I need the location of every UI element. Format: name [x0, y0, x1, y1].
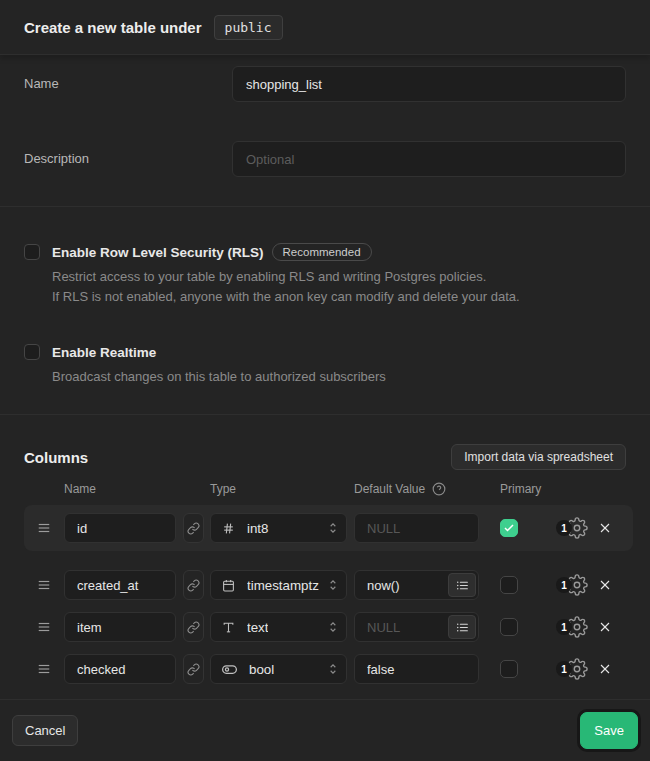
save-button[interactable]: Save: [580, 712, 638, 749]
hash-icon: [222, 522, 235, 535]
realtime-toggle-row: Enable Realtime Broadcast changes on thi…: [24, 343, 626, 387]
panel-header: Create a new table under public: [0, 0, 650, 55]
list-icon: [456, 621, 469, 634]
name-label: Name: [24, 66, 232, 102]
column-type-select[interactable]: text: [210, 612, 347, 642]
text-icon: [222, 621, 235, 634]
options-section: Enable Row Level Security (RLS) Recommen…: [0, 207, 650, 415]
link-icon: [187, 621, 200, 634]
columns-section: Columns Import data via spreadsheet Name…: [0, 415, 650, 700]
foreign-key-button[interactable]: [183, 612, 204, 642]
drag-handle-icon[interactable]: [37, 662, 51, 676]
columns-rows: int8 1 timestamptz 1: [24, 505, 626, 684]
chevrons-updown-icon: [326, 620, 340, 634]
remove-column-button[interactable]: [597, 661, 613, 677]
realtime-checkbox[interactable]: [24, 344, 40, 360]
rls-label: Enable Row Level Security (RLS): [52, 245, 264, 260]
schema-chip: public: [214, 15, 283, 40]
settings-count-badge: 1: [556, 661, 572, 677]
foreign-key-button[interactable]: [183, 570, 204, 600]
cancel-button[interactable]: Cancel: [12, 715, 78, 746]
primary-checkbox[interactable]: [500, 519, 518, 537]
table-name-input[interactable]: [232, 66, 626, 102]
link-icon: [187, 522, 200, 535]
column-name-input[interactable]: [64, 513, 176, 543]
calendar-icon: [222, 579, 235, 592]
realtime-label: Enable Realtime: [52, 345, 156, 360]
column-name-input[interactable]: [64, 654, 176, 684]
primary-checkbox[interactable]: [500, 576, 518, 594]
header-name: Name: [64, 482, 176, 496]
default-value-menu-button[interactable]: [448, 615, 476, 639]
settings-count-badge: 1: [556, 577, 572, 593]
column-row: bool 1: [24, 654, 633, 684]
column-name-input[interactable]: [64, 612, 176, 642]
drag-handle-icon[interactable]: [37, 521, 51, 535]
toggle-icon: [222, 662, 237, 677]
table-description-input[interactable]: [232, 141, 626, 177]
name-field-row: Name: [24, 66, 626, 102]
rls-toggle-row: Enable Row Level Security (RLS) Recommen…: [24, 243, 626, 307]
realtime-toggle-content: Enable Realtime Broadcast changes on thi…: [52, 343, 386, 387]
column-default-input[interactable]: [354, 513, 479, 543]
chevrons-updown-icon: [326, 662, 340, 676]
column-row: text 1: [24, 612, 633, 642]
primary-checkbox[interactable]: [500, 660, 518, 678]
primary-checkbox[interactable]: [500, 618, 518, 636]
realtime-description: Broadcast changes on this table to autho…: [52, 367, 386, 387]
column-type-select[interactable]: timestamptz: [210, 570, 347, 600]
column-default-input[interactable]: [354, 654, 479, 684]
column-name-input[interactable]: [64, 570, 176, 600]
column-row: int8 1: [24, 505, 633, 551]
columns-table-header: Name Type Default Value Primary: [24, 482, 626, 496]
drag-handle-icon[interactable]: [37, 620, 51, 634]
remove-column-button[interactable]: [597, 577, 613, 593]
settings-count-badge: 1: [556, 619, 572, 635]
list-icon: [456, 579, 469, 592]
column-settings-button[interactable]: 1: [556, 616, 588, 638]
import-spreadsheet-button[interactable]: Import data via spreadsheet: [451, 444, 626, 470]
help-icon[interactable]: [432, 482, 446, 496]
header-primary: Primary: [479, 482, 533, 496]
drag-handle-icon[interactable]: [37, 578, 51, 592]
settings-count-badge: 1: [556, 520, 572, 536]
remove-column-button[interactable]: [597, 520, 613, 536]
foreign-key-button[interactable]: [183, 654, 204, 684]
description-label: Description: [24, 141, 232, 177]
recommended-badge: Recommended: [272, 243, 372, 261]
column-settings-button[interactable]: 1: [556, 517, 588, 539]
create-table-panel: Create a new table under public Name Des…: [0, 0, 650, 761]
rls-description: Restrict access to your table by enablin…: [52, 267, 520, 307]
header-type: Type: [210, 482, 347, 496]
chevrons-updown-icon: [326, 521, 340, 535]
link-icon: [187, 579, 200, 592]
header-default: Default Value: [347, 482, 479, 496]
panel-title: Create a new table under: [24, 19, 202, 36]
columns-title: Columns: [24, 449, 88, 466]
column-type-select[interactable]: bool: [210, 654, 347, 684]
column-type-select[interactable]: int8: [210, 513, 347, 543]
table-info-section: Name Description: [0, 55, 650, 207]
description-field-row: Description: [24, 141, 626, 177]
chevrons-updown-icon: [326, 578, 340, 592]
panel-footer: Cancel Save: [0, 700, 650, 761]
default-value-menu-button[interactable]: [448, 573, 476, 597]
rls-checkbox[interactable]: [24, 244, 40, 260]
foreign-key-button[interactable]: [183, 513, 204, 543]
column-row: timestamptz 1: [24, 570, 633, 600]
link-icon: [187, 663, 200, 676]
rls-toggle-content: Enable Row Level Security (RLS) Recommen…: [52, 243, 520, 307]
column-settings-button[interactable]: 1: [556, 574, 588, 596]
remove-column-button[interactable]: [597, 619, 613, 635]
column-settings-button[interactable]: 1: [556, 658, 588, 680]
